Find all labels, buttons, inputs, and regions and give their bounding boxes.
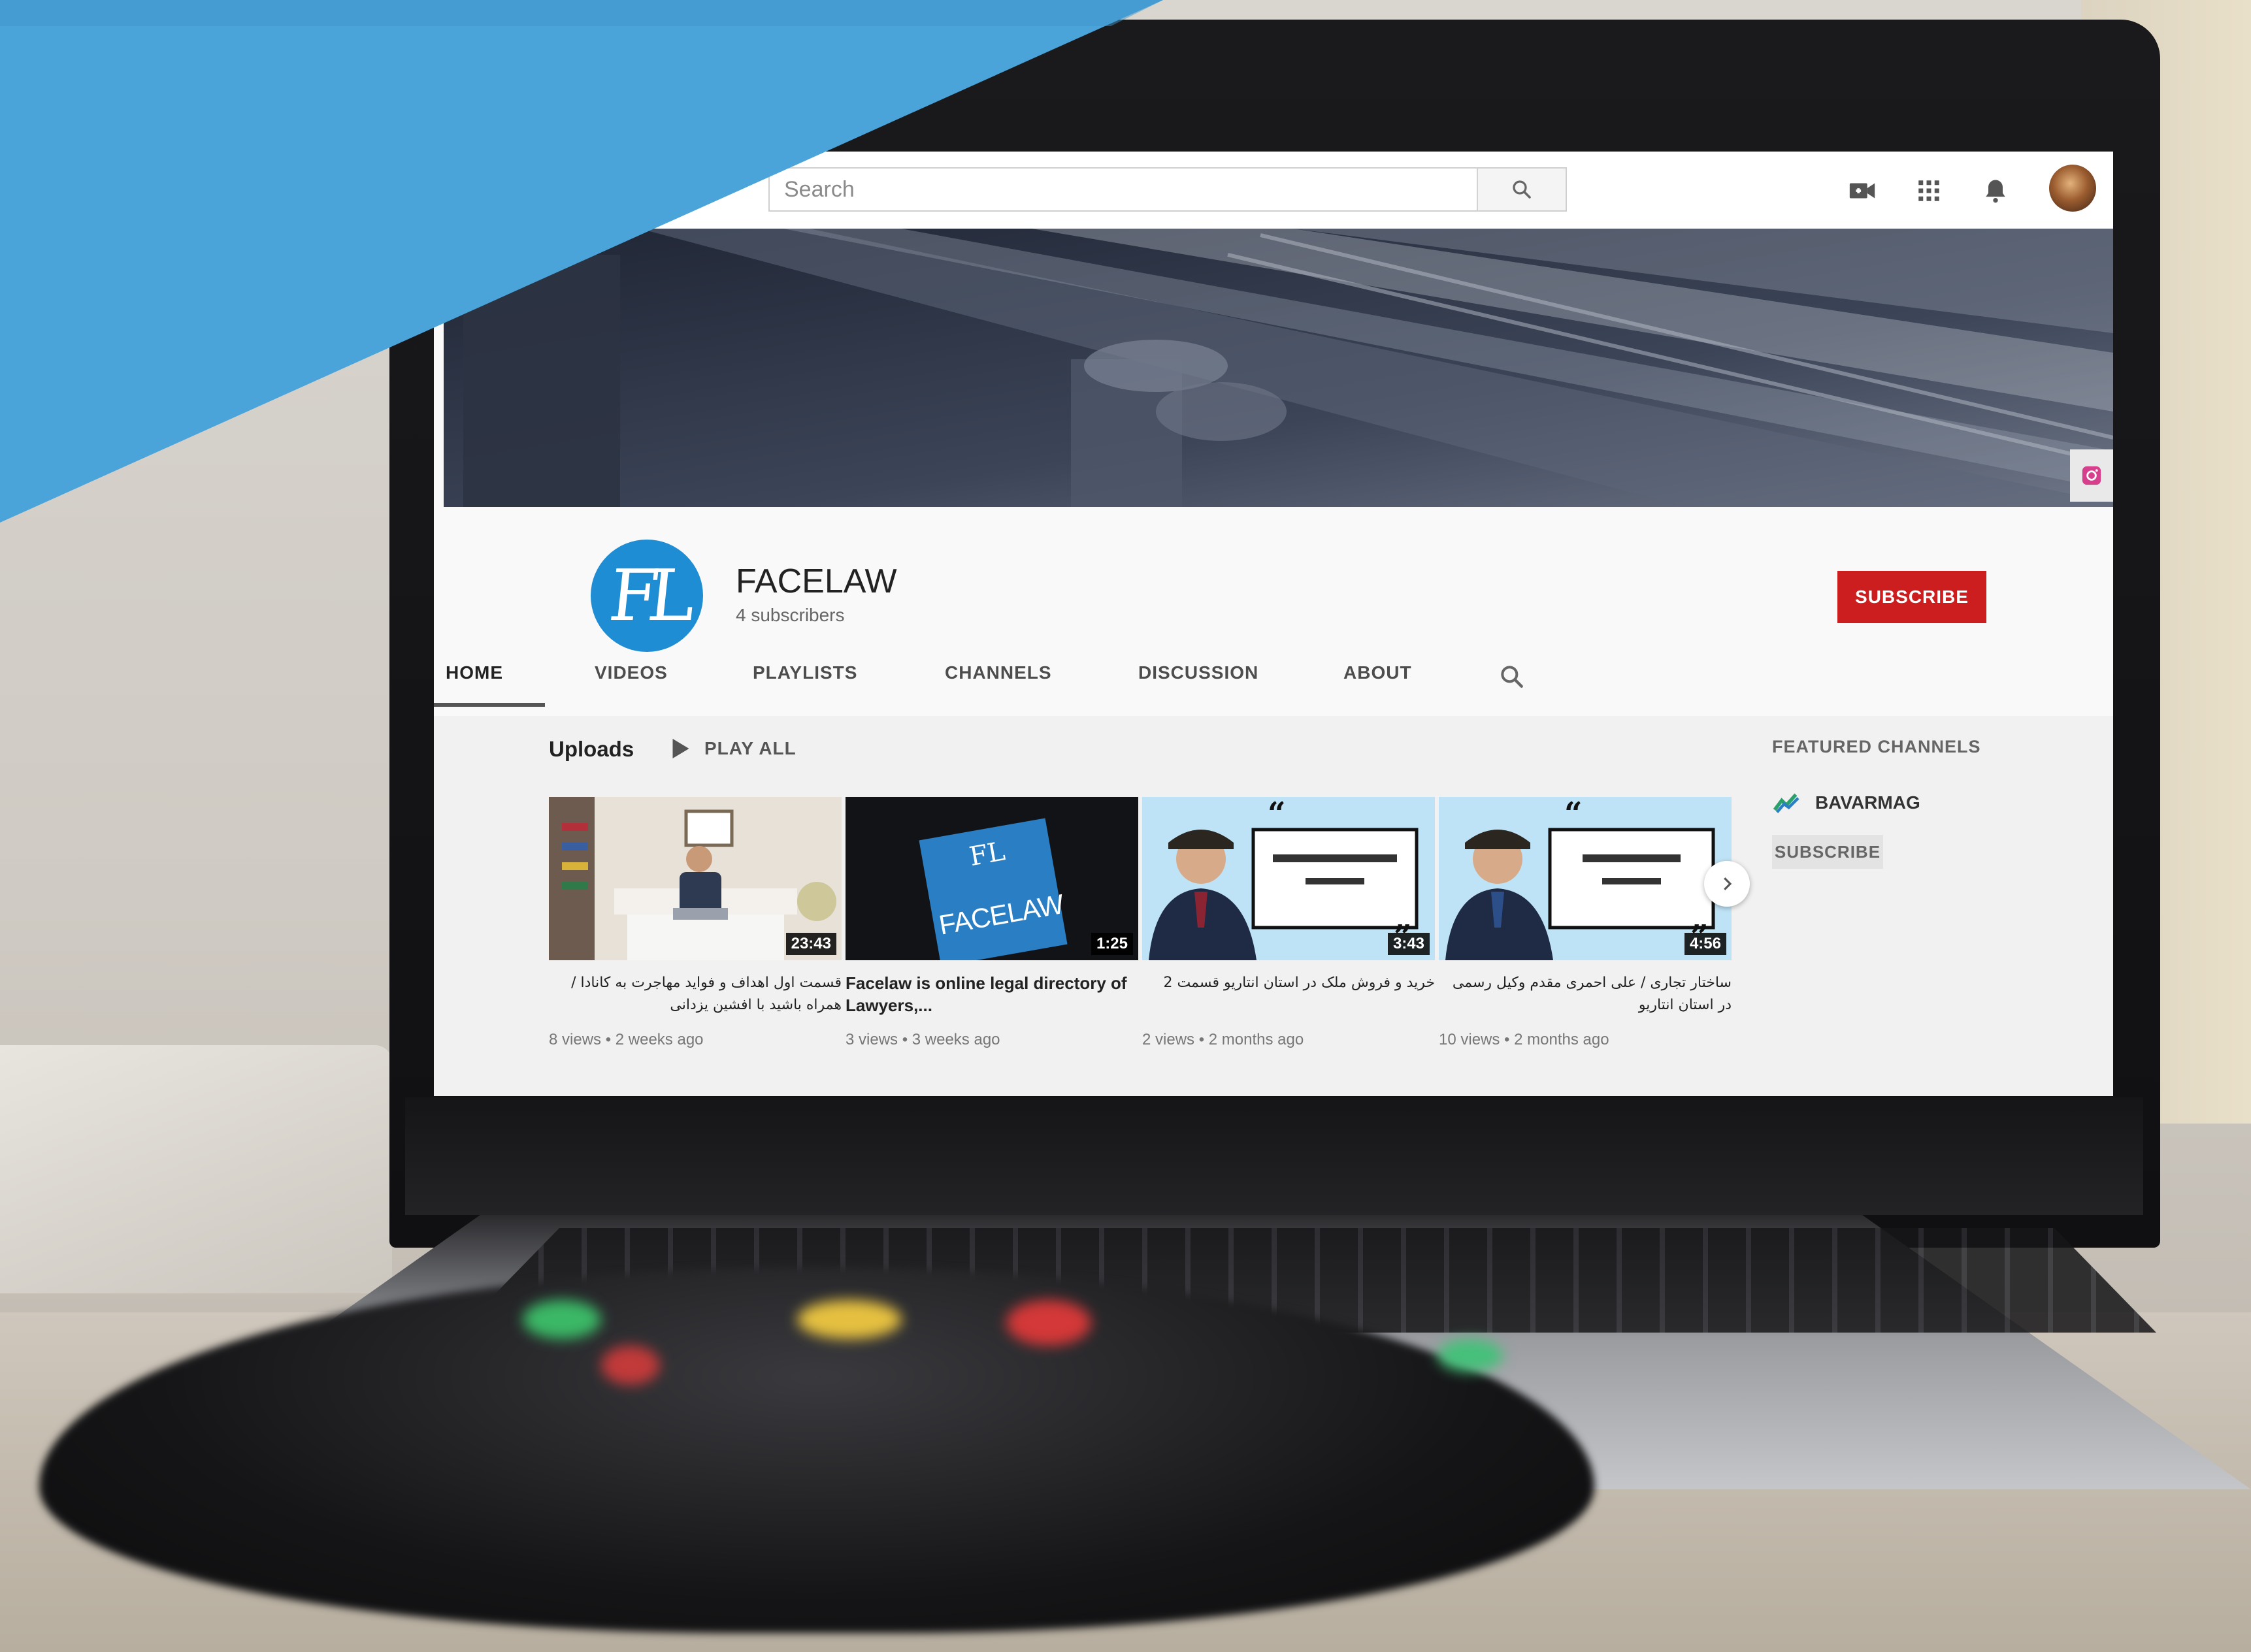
video-duration: 1:25 [1091, 933, 1133, 955]
instagram-link[interactable] [2070, 449, 2113, 502]
tablet-device [0, 1045, 392, 1293]
search-icon [1501, 666, 1523, 688]
thumbnail-book: FL FACELAW [919, 818, 1068, 960]
bell-icon [1986, 180, 2005, 203]
play-icon [672, 739, 689, 758]
channel-search-button[interactable] [1498, 662, 1529, 694]
search-box [768, 167, 1567, 212]
video-meta: 3 views • 3 weeks ago [846, 1031, 1000, 1048]
create-video-button[interactable] [1843, 171, 1882, 210]
video-thumbnail[interactable]: “ ” 4:56 [1439, 797, 1732, 960]
svg-text:“: “ [1268, 797, 1286, 832]
video-thumbnail[interactable]: “ ” 3:43 [1142, 797, 1435, 960]
video-meta: 2 views • 2 months ago [1142, 1031, 1304, 1048]
play-all-label: PLAY ALL [704, 738, 797, 758]
apps-grid-icon [1918, 180, 1939, 201]
featured-channels-title: FEATURED CHANNELS [1772, 737, 1981, 756]
remote-button [523, 1300, 601, 1339]
video-card[interactable]: “ ” 4:56 ساختار تجاری / علی احمری مقدم و… [1439, 797, 1732, 1049]
tab-discussion[interactable]: DISCUSSION [1138, 662, 1258, 708]
remote-button [601, 1346, 660, 1385]
top-bar [434, 152, 2113, 229]
uploads-title[interactable]: Uploads [549, 737, 634, 762]
svg-text:“: “ [1564, 797, 1583, 832]
video-card[interactable]: “ ” 3:43 خرید و فروش ملک در استان انتاری… [1142, 797, 1435, 1049]
thumbnail-logo-mark: FL [967, 836, 1008, 873]
channel-banner-image [444, 229, 2113, 507]
avatar[interactable] [2049, 165, 2096, 212]
channel-name: FACELAW [736, 562, 897, 600]
video-title[interactable]: قسمت اول اهداف و فواید مهاجرت به کانادا … [549, 972, 842, 1016]
play-all-button[interactable]: PLAY ALL [672, 734, 797, 763]
subscriber-count: 4 subscribers [736, 605, 845, 625]
subscribe-button[interactable]: SUBSCRIBE [1837, 571, 1986, 623]
video-thumbnail[interactable]: 23:43 [549, 797, 842, 960]
laptop-bezel-bottom [405, 1097, 2143, 1215]
active-tab-indicator [434, 703, 545, 707]
remote-button [797, 1300, 902, 1339]
featured-subscribe-button[interactable]: SUBSCRIBE [1772, 835, 1883, 869]
tab-home[interactable]: HOME [446, 662, 503, 708]
tab-playlists[interactable]: PLAYLISTS [753, 662, 857, 708]
search-icon [1513, 180, 1531, 199]
video-title[interactable]: خرید و فروش ملک در استان انتاریو قسمت 2 [1142, 972, 1436, 1016]
channel-logo-text: FL [605, 555, 689, 637]
featured-channel-item[interactable]: BAVARMAG [1772, 786, 1920, 819]
bavarmag-logo-icon [1773, 793, 1799, 813]
tab-channels[interactable]: CHANNELS [945, 662, 1052, 708]
channel-tabs: HOME VIDEOS PLAYLISTS CHANNELS DISCUSSIO… [434, 662, 2113, 708]
channel-header: FL FACELAW 4 subscribers SUBSCRIBE HOME … [434, 507, 2113, 716]
tab-videos[interactable]: VIDEOS [595, 662, 668, 708]
video-card[interactable]: 23:43 قسمت اول اهداف و فواید مهاجرت به ک… [549, 797, 842, 1049]
video-card[interactable]: FL FACELAW 1:25 Facelaw is online legal … [846, 797, 1138, 1049]
video-thumbnail[interactable]: FL FACELAW 1:25 [846, 797, 1138, 960]
home-content: Uploads PLAY ALL 23:43 قسمت اول اهداف و … [434, 716, 2113, 1096]
video-camera-icon [1849, 183, 1875, 199]
thumbnail-brand-text: FACELAW [936, 888, 1066, 941]
tab-about[interactable]: ABOUT [1343, 662, 1412, 708]
channel-logo[interactable]: FL [591, 540, 703, 652]
remote-button [1006, 1300, 1091, 1346]
video-meta: 8 views • 2 weeks ago [549, 1031, 704, 1048]
video-meta: 10 views • 2 months ago [1439, 1031, 1609, 1048]
notifications-button[interactable] [1976, 171, 2015, 210]
video-duration: 23:43 [785, 933, 836, 955]
search-button[interactable] [1477, 169, 1566, 210]
search-input[interactable] [770, 169, 1477, 210]
carousel-next-button[interactable] [1704, 861, 1750, 907]
featured-channel-name: BAVARMAG [1815, 792, 1920, 813]
chevron-right-icon [1724, 877, 1732, 890]
apps-button[interactable] [1909, 171, 1948, 210]
video-duration: 3:43 [1387, 933, 1430, 955]
video-title[interactable]: ساختار تجاری / علی احمری مقدم وکیل رسمی … [1439, 972, 1732, 1016]
remote-button [1438, 1339, 1503, 1372]
youtube-channel-screen: FL FACELAW 4 subscribers SUBSCRIBE HOME … [434, 152, 2113, 1096]
video-duration: 4:56 [1684, 933, 1726, 955]
instagram-icon [2082, 466, 2101, 485]
video-title[interactable]: Facelaw is online legal directory of Law… [846, 972, 1138, 1016]
